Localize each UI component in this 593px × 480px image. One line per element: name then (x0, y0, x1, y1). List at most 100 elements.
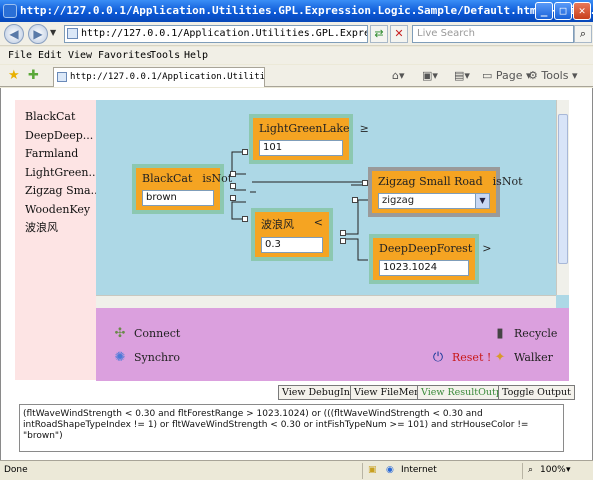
recycle-label: Recycle (514, 327, 558, 340)
scrollbar-thumb[interactable] (558, 114, 568, 264)
stop-icon[interactable]: ✕ (390, 25, 408, 43)
node-blackcat[interactable]: BlackCat isNot brown (132, 164, 232, 214)
window-title-bar: http://127.0.0.1/Application.Utilities.G… (0, 0, 593, 22)
search-icon[interactable]: ⌕ (574, 25, 592, 43)
connector-port[interactable] (352, 197, 358, 203)
add-favorites-icon[interactable]: ✚ (28, 68, 39, 83)
connector-port[interactable] (242, 149, 248, 155)
node-deepdeepforest-op: > (482, 242, 492, 255)
canvas-horizontal-scrollbar[interactable] (96, 295, 556, 308)
menu-file[interactable]: File (8, 47, 32, 64)
address-toolbar: ◀ ▶ ▼ http://127.0.0.1/Application.Utili… (0, 22, 593, 46)
connector-port[interactable] (230, 195, 236, 201)
result-output[interactable]: (fltWaveWindStrength < 0.30 and fltFores… (19, 404, 564, 452)
recycle-bin-icon: ▮ (496, 326, 504, 341)
list-item[interactable]: Zigzag Sma... (25, 182, 101, 201)
node-blackcat-name: BlackCat (142, 172, 193, 185)
browser-tab[interactable]: http://127.0.0.1/Application.Utilities.G… (53, 67, 265, 87)
connect-icon: ✣ (114, 326, 126, 341)
refresh-icon[interactable]: ⇄ (370, 25, 388, 43)
node-lightgreenlake-name: LightGreenLake (259, 122, 350, 135)
walker-action[interactable]: ✦ Walker (492, 350, 553, 365)
synchro-icon: ✺ (114, 350, 126, 365)
expression-canvas[interactable]: BlackCat isNot brown LightGreenLake ≥ 101 … (96, 100, 569, 308)
maximize-button[interactable]: □ (554, 2, 572, 20)
menu-help[interactable]: Help (184, 47, 208, 64)
node-deepdeepforest-name: DeepDeepForest (379, 242, 473, 255)
list-item[interactable]: Farmland (25, 145, 101, 164)
forward-button[interactable]: ▶ (28, 24, 48, 44)
synchro-label: Synchro (134, 351, 180, 364)
chevron-down-icon[interactable]: ▼ (475, 194, 489, 208)
node-zigzag[interactable]: Zigzag Small Road isNot zigzag ▼ (368, 167, 523, 217)
list-item[interactable]: LightGreen... (25, 164, 101, 183)
connector-port[interactable] (340, 238, 346, 244)
menu-view[interactable]: View (68, 47, 92, 64)
recycle-action[interactable]: ▮ Recycle (492, 326, 557, 341)
node-zigzag-value: zigzag (382, 195, 415, 206)
list-item[interactable]: BlackCat (25, 108, 101, 127)
synchro-action[interactable]: ✺ Synchro (112, 350, 180, 365)
search-input[interactable]: Live Search (412, 25, 574, 43)
address-input[interactable]: http://127.0.0.1/Application.Utilities.G… (64, 25, 368, 43)
menu-edit[interactable]: Edit (38, 47, 62, 64)
page-content: BlackCat DeepDeep... Farmland LightGreen… (0, 88, 593, 460)
node-zigzag-select[interactable]: zigzag ▼ (378, 193, 490, 209)
ie-icon (3, 4, 17, 18)
feeds-icon[interactable]: ▣▾ (422, 69, 438, 82)
node-wave-value[interactable]: 0.3 (261, 237, 323, 253)
status-text: Done (4, 465, 28, 475)
zoom-level[interactable]: 100% (540, 461, 566, 480)
list-item[interactable]: WoodenKey (25, 201, 101, 220)
menu-tools[interactable]: Tools (150, 47, 180, 64)
connector-port[interactable] (230, 183, 236, 189)
action-panel: ✣ Connect ✺ Synchro ▮ Recycle ⏻ Reset ! ✦ Wal… (96, 308, 569, 381)
item-list-panel: BlackCat DeepDeep... Farmland LightGreen… (15, 100, 101, 380)
walker-icon: ✦ (494, 350, 506, 365)
node-lightgreenlake-value[interactable]: 101 (259, 140, 343, 156)
zone-label: Internet (401, 465, 437, 475)
tools-menu-label: Tools (541, 69, 569, 82)
protected-mode-icon: ▣ (368, 465, 377, 475)
tools-menu-button[interactable]: ⚙ Tools ▾ (528, 69, 578, 82)
zoom-dropdown-icon[interactable]: ▾ (566, 461, 571, 480)
node-wave-op: < (313, 216, 323, 229)
reset-action[interactable]: ⏻ Reset ! (430, 350, 491, 365)
window-title: http://127.0.0.1/Application.Utilities.G… (20, 4, 593, 17)
item-list: BlackCat DeepDeep... Farmland LightGreen… (25, 108, 101, 238)
node-blackcat-value[interactable]: brown (142, 190, 214, 206)
canvas-vertical-scrollbar[interactable] (556, 100, 569, 295)
search-placeholder: Live Search (417, 28, 475, 39)
menu-favorites[interactable]: Favorites (98, 47, 152, 64)
status-divider (522, 463, 523, 479)
node-lightgreenlake-op: ≥ (359, 122, 369, 135)
back-button[interactable]: ◀ (4, 24, 24, 44)
page-menu-button[interactable]: ▭ Page ▾ (482, 69, 532, 82)
node-deepdeepforest[interactable]: DeepDeepForest > 1023.1024 (369, 234, 491, 284)
list-item[interactable]: 波浪风 (25, 219, 101, 238)
internet-zone-icon: ◉ (386, 465, 394, 475)
minimize-button[interactable]: _ (535, 2, 553, 20)
node-deepdeepforest-value[interactable]: 1023.1024 (379, 260, 469, 276)
connector-port[interactable] (242, 216, 248, 222)
connector-port[interactable] (340, 230, 346, 236)
node-zigzag-op: isNot (492, 175, 523, 188)
history-dropdown-icon[interactable]: ▼ (50, 28, 56, 37)
favorites-star-icon[interactable]: ★ (8, 68, 20, 83)
close-button[interactable]: ✕ (573, 2, 591, 20)
connector-port[interactable] (362, 180, 368, 186)
zoom-icon[interactable]: ⌕ (528, 461, 533, 480)
status-bar: Done ▣ ◉ Internet ⌕ 100% ▾ (0, 460, 593, 480)
connector-port[interactable] (230, 171, 236, 177)
toggle-output-button[interactable]: Toggle Output (498, 385, 575, 400)
node-blackcat-op: isNot (202, 172, 233, 185)
list-item[interactable]: DeepDeep... (25, 127, 101, 146)
walker-label: Walker (514, 351, 553, 364)
node-wave[interactable]: 波浪风 < 0.3 (251, 208, 333, 261)
reset-label: Reset ! (452, 351, 492, 364)
node-lightgreenlake[interactable]: LightGreenLake ≥ 101 (249, 114, 369, 164)
home-icon[interactable]: ⌂▾ (392, 69, 405, 82)
print-icon[interactable]: ▤▾ (454, 69, 470, 82)
status-divider (362, 463, 363, 479)
connect-action[interactable]: ✣ Connect (112, 326, 181, 341)
